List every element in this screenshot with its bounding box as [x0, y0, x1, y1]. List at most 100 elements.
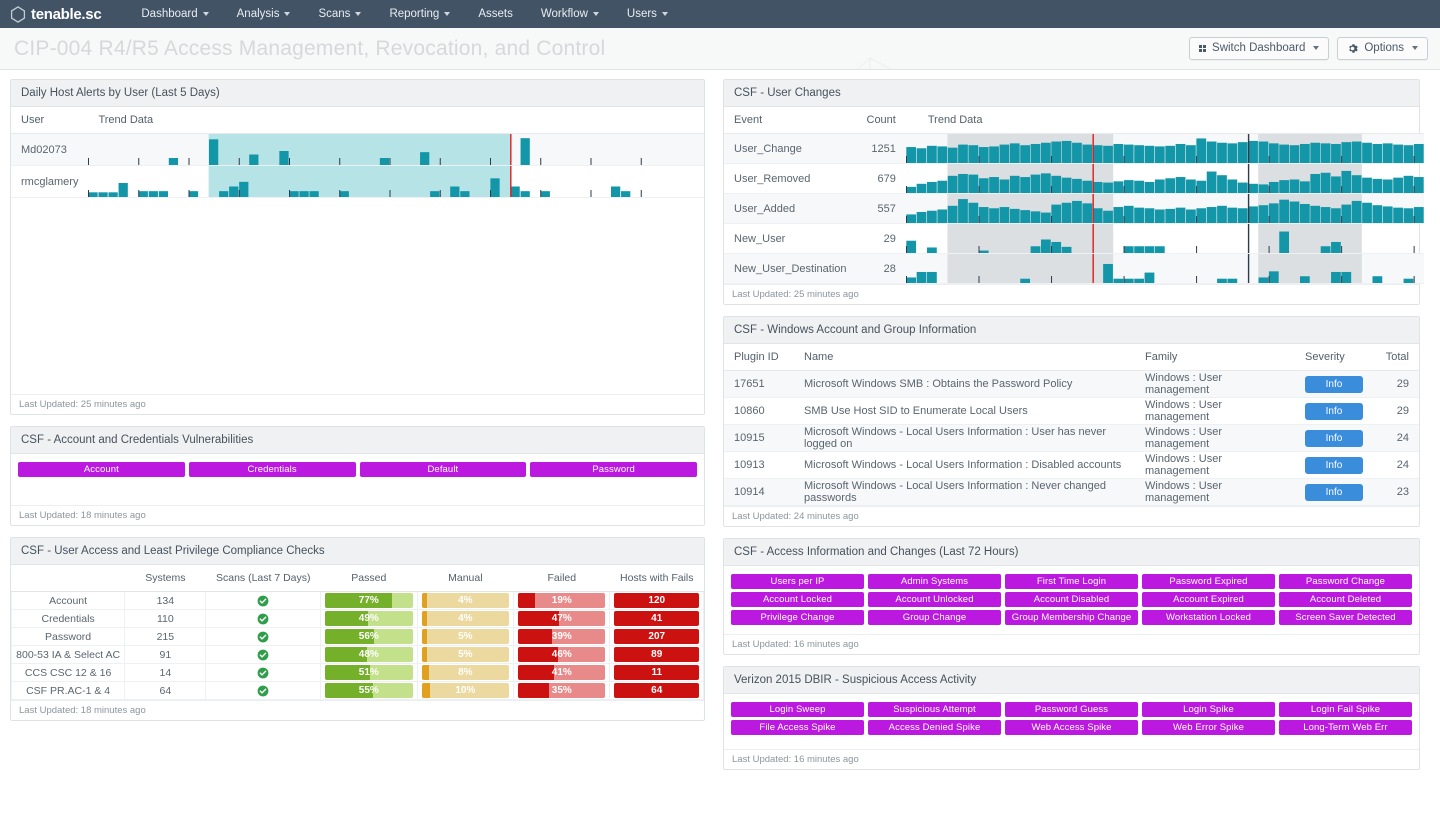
access-event-pill[interactable]: Account Unlocked — [868, 591, 1001, 607]
severity-badge[interactable]: Info — [1305, 402, 1363, 420]
access-event-pill[interactable]: Account Deleted — [1279, 591, 1412, 607]
hosts-with-fails-bar[interactable]: 64 — [614, 683, 699, 698]
sparkline-Md02073[interactable] — [88, 134, 691, 165]
sparkline-User_Change[interactable] — [905, 134, 1424, 163]
dbir-event-pill[interactable]: Web Error Spike — [1142, 719, 1275, 735]
severity-badge[interactable]: Info — [1305, 456, 1363, 474]
severity-badge[interactable]: Info — [1305, 483, 1363, 501]
progress-bar[interactable]: 56% — [325, 629, 413, 644]
progress-bar[interactable]: 55% — [325, 683, 413, 698]
sparkline-User_Removed[interactable] — [905, 164, 1424, 193]
access-event-pill[interactable]: Group Change — [868, 609, 1001, 625]
nav-item-users[interactable]: Users — [613, 4, 682, 24]
trend-sparkline-cell[interactable] — [905, 253, 1424, 284]
dbir-event-pill[interactable]: Login Fail Spike — [1279, 701, 1412, 717]
nav-item-reporting[interactable]: Reporting — [375, 4, 464, 24]
dbir-event-pill[interactable]: File Access Spike — [731, 719, 864, 735]
dbir-event-pill[interactable]: Web Access Spike — [1005, 719, 1138, 735]
trend-sparkline-cell[interactable] — [905, 133, 1424, 164]
plugin-name-cell[interactable]: SMB Use Host SID to Enumerate Local User… — [794, 397, 1135, 425]
access-event-pill[interactable]: Account Locked — [731, 591, 864, 607]
progress-bar[interactable]: 46% — [518, 647, 606, 662]
severity-badge[interactable]: Info — [1305, 375, 1363, 393]
progress-bar[interactable]: 5% — [421, 629, 510, 644]
progress-bar[interactable]: 4% — [421, 593, 510, 608]
trend-sparkline-cell[interactable] — [88, 165, 704, 198]
plugin-id-cell[interactable]: 17651 — [724, 370, 794, 398]
dbir-event-pill[interactable]: Access Denied Spike — [868, 719, 1001, 735]
progress-bar[interactable]: 77% — [325, 593, 413, 608]
windows-plugins-table: Plugin ID Name Family Severity Total 176… — [724, 344, 1419, 506]
progress-bar[interactable]: 8% — [421, 665, 510, 680]
vulnerability-pill[interactable]: Password — [530, 461, 697, 477]
access-event-pill[interactable]: Privilege Change — [731, 609, 864, 625]
severity-badge[interactable]: Info — [1305, 429, 1363, 447]
dbir-event-pill[interactable]: Password Guess — [1005, 701, 1138, 717]
progress-bar[interactable]: 5% — [421, 647, 510, 662]
nav-item-scans[interactable]: Scans — [304, 4, 375, 24]
plugin-id-cell[interactable]: 10915 — [724, 424, 794, 452]
dbir-event-pill[interactable]: Suspicious Attempt — [868, 701, 1001, 717]
trend-sparkline-cell[interactable] — [905, 193, 1424, 224]
access-event-pill[interactable]: Users per IP — [731, 573, 864, 589]
nav-item-dashboard[interactable]: Dashboard — [127, 4, 222, 24]
trend-sparkline-cell[interactable] — [905, 163, 1424, 194]
progress-bar[interactable]: 4% — [421, 611, 510, 626]
progress-bar[interactable]: 19% — [518, 593, 606, 608]
options-button[interactable]: Options — [1337, 36, 1428, 61]
hosts-with-fails-bar[interactable]: 11 — [614, 665, 699, 680]
progress-bar[interactable]: 51% — [325, 665, 413, 680]
sparkline-rmcglamery[interactable] — [88, 166, 691, 197]
access-event-pill[interactable]: Admin Systems — [868, 573, 1001, 589]
plugin-name-cell[interactable]: Microsoft Windows - Local Users Informat… — [794, 478, 1135, 506]
access-event-pill[interactable]: Account Disabled — [1005, 591, 1138, 607]
col-trend-data: Trend Data — [905, 107, 1424, 134]
hosts-with-fails-bar[interactable]: 207 — [614, 629, 699, 644]
trend-sparkline-cell[interactable] — [905, 223, 1424, 254]
sparkline-New_User_Destination[interactable] — [905, 254, 1424, 283]
plugin-id-cell[interactable]: 10913 — [724, 451, 794, 479]
vulnerability-pill[interactable]: Credentials — [188, 461, 356, 477]
sparkline-User_Added[interactable] — [905, 194, 1424, 223]
hosts-with-fails-bar[interactable]: 41 — [614, 611, 699, 626]
access-event-pill[interactable]: First Time Login — [1005, 573, 1138, 589]
severity-cell: Info — [1295, 397, 1375, 425]
access-event-pill[interactable]: Screen Saver Detected — [1279, 609, 1412, 625]
brand-logo[interactable]: tenable.sc — [10, 6, 102, 23]
access-event-pill[interactable]: Group Membership Change — [1005, 609, 1138, 625]
progress-bar[interactable]: 35% — [518, 683, 606, 698]
hosts-with-fails-bar[interactable]: 89 — [614, 647, 699, 662]
plugin-id-cell[interactable]: 10860 — [724, 397, 794, 425]
plugin-name-cell[interactable]: Microsoft Windows - Local Users Informat… — [794, 451, 1135, 479]
progress-bar[interactable]: 47% — [518, 611, 606, 626]
dbir-event-pill[interactable]: Login Spike — [1142, 701, 1275, 717]
plugin-name-cell[interactable]: Microsoft Windows SMB : Obtains the Pass… — [794, 370, 1135, 398]
plugin-id-cell[interactable]: 10914 — [724, 478, 794, 506]
dbir-event-pill[interactable]: Long-Term Web Err — [1279, 719, 1412, 735]
trend-sparkline-cell[interactable] — [88, 133, 704, 166]
progress-bar[interactable]: 49% — [325, 611, 413, 626]
sparkline-New_User[interactable] — [905, 224, 1424, 253]
nav-item-assets[interactable]: Assets — [464, 4, 527, 24]
access-event-pill[interactable]: Password Expired — [1142, 573, 1275, 589]
access-event-pill[interactable]: Account Expired — [1142, 591, 1275, 607]
progress-bar-value: 5% — [458, 631, 473, 642]
progress-bar[interactable]: 48% — [325, 647, 413, 662]
progress-bar[interactable]: 10% — [421, 683, 510, 698]
vulnerability-pill[interactable]: Default — [359, 461, 527, 477]
access-event-pill[interactable]: Password Change — [1279, 573, 1412, 589]
progress-bar[interactable]: 41% — [518, 665, 606, 680]
switch-dashboard-button[interactable]: Switch Dashboard — [1188, 36, 1330, 61]
severity-cell: Info — [1295, 424, 1375, 452]
chevron-down-icon — [661, 12, 668, 16]
progress-bar[interactable]: 39% — [518, 629, 606, 644]
event-count-cell: 1251 — [856, 133, 906, 164]
nav-item-workflow[interactable]: Workflow — [527, 4, 613, 24]
top-navbar: tenable.sc Dashboard Analysis Scans Repo… — [0, 0, 1440, 28]
hosts-with-fails-bar[interactable]: 120 — [614, 593, 699, 608]
plugin-name-cell[interactable]: Microsoft Windows - Local Users Informat… — [794, 424, 1135, 452]
dbir-event-pill[interactable]: Login Sweep — [731, 701, 864, 717]
nav-item-analysis[interactable]: Analysis — [223, 4, 305, 24]
access-event-pill[interactable]: Workstation Locked — [1142, 609, 1275, 625]
vulnerability-pill[interactable]: Account — [18, 461, 185, 477]
